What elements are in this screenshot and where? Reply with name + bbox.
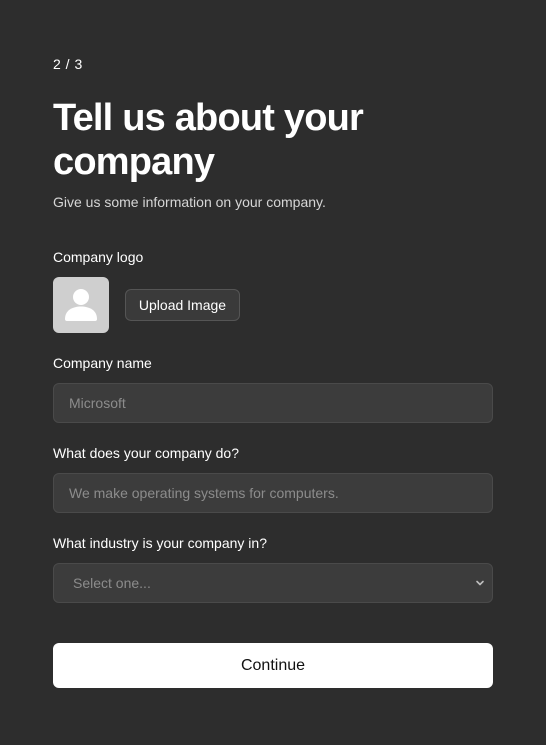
company-logo-label: Company logo: [53, 249, 144, 265]
continue-button[interactable]: Continue: [53, 643, 493, 688]
industry-label: What industry is your company in?: [53, 535, 267, 551]
company-name-label: Company name: [53, 355, 152, 371]
company-name-input[interactable]: [53, 383, 493, 423]
company-description-label: What does your company do?: [53, 445, 239, 461]
page-subtitle: Give us some information on your company…: [53, 194, 326, 210]
company-description-input[interactable]: [53, 473, 493, 513]
user-silhouette-icon: [65, 289, 97, 321]
chevron-down-icon: [476, 580, 484, 586]
logo-placeholder: [53, 277, 109, 333]
industry-select[interactable]: Select one...: [53, 563, 493, 603]
upload-image-button[interactable]: Upload Image: [125, 289, 240, 321]
step-indicator: 2 / 3: [53, 56, 83, 72]
page-title: Tell us about your company: [53, 97, 364, 183]
industry-select-value: Select one...: [73, 575, 151, 591]
